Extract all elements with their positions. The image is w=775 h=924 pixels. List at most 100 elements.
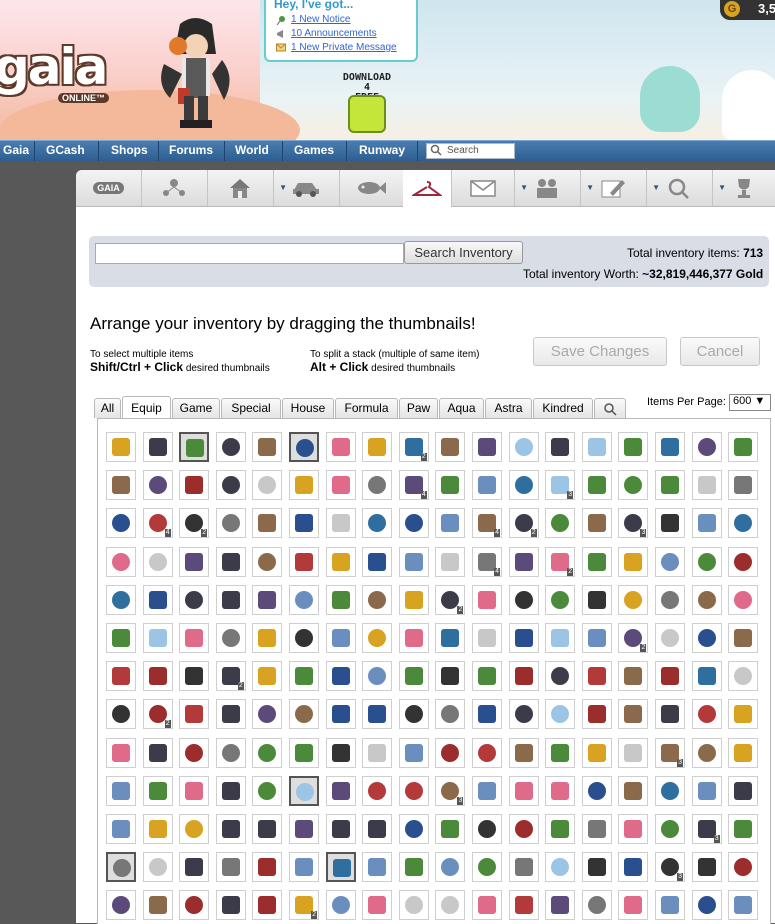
download-mascot-icon[interactable]: [348, 95, 386, 133]
item-thumbnail[interactable]: [289, 852, 319, 883]
item-thumbnail[interactable]: [179, 814, 210, 844]
item-thumbnail[interactable]: 4: [142, 508, 173, 539]
item-thumbnail[interactable]: [289, 699, 319, 730]
item-thumbnail[interactable]: 2: [508, 508, 539, 539]
inventory-search-input[interactable]: [95, 243, 404, 264]
item-thumbnail[interactable]: 2: [142, 699, 173, 730]
item-thumbnail[interactable]: [179, 432, 210, 462]
item-thumbnail[interactable]: 3: [545, 470, 576, 501]
item-thumbnail[interactable]: [325, 852, 356, 883]
item-thumbnail[interactable]: [508, 623, 539, 653]
item-thumbnail[interactable]: 4: [398, 470, 429, 501]
item-thumbnail[interactable]: [289, 584, 319, 615]
item-thumbnail[interactable]: [545, 814, 576, 844]
item-thumbnail[interactable]: [362, 737, 393, 768]
item-thumbnail[interactable]: [508, 699, 539, 730]
toolbar-network[interactable]: [141, 170, 208, 206]
item-thumbnail[interactable]: [691, 432, 722, 462]
item-thumbnail[interactable]: [325, 546, 356, 577]
tab-formula[interactable]: Formula: [335, 398, 398, 418]
item-thumbnail[interactable]: [289, 508, 319, 539]
item-thumbnail[interactable]: [472, 623, 502, 653]
item-thumbnail[interactable]: [106, 814, 136, 844]
gaia-logo[interactable]: gaia: [0, 38, 108, 96]
item-thumbnail[interactable]: [179, 470, 210, 501]
item-thumbnail[interactable]: [289, 623, 319, 653]
item-thumbnail[interactable]: [545, 890, 576, 921]
notification-link-notice[interactable]: 1 New Notice: [291, 14, 350, 25]
item-thumbnail[interactable]: [472, 814, 502, 844]
item-thumbnail[interactable]: [398, 775, 429, 806]
item-thumbnail[interactable]: [215, 699, 246, 730]
item-thumbnail[interactable]: [289, 775, 319, 806]
item-thumbnail[interactable]: [252, 508, 283, 539]
item-thumbnail[interactable]: [325, 470, 356, 501]
item-thumbnail[interactable]: 2: [215, 661, 246, 692]
item-thumbnail[interactable]: [581, 737, 612, 768]
item-thumbnail[interactable]: [435, 623, 466, 653]
nav-runway[interactable]: Runway: [359, 143, 405, 157]
item-thumbnail[interactable]: [472, 737, 502, 768]
tab-special[interactable]: Special: [221, 398, 281, 418]
item-thumbnail[interactable]: [106, 890, 136, 921]
item-thumbnail[interactable]: [545, 852, 576, 883]
item-thumbnail[interactable]: 3: [655, 737, 685, 768]
notification-link-messages[interactable]: 1 New Private Message: [291, 42, 397, 53]
notification-link-announcements[interactable]: 10 Announcements: [291, 28, 377, 39]
item-thumbnail[interactable]: 4: [472, 508, 502, 539]
item-thumbnail[interactable]: [728, 470, 759, 501]
item-thumbnail[interactable]: 2: [289, 890, 319, 921]
item-thumbnail[interactable]: [215, 508, 246, 539]
item-thumbnail[interactable]: [655, 775, 685, 806]
item-thumbnail[interactable]: [435, 432, 466, 462]
item-thumbnail[interactable]: [618, 890, 649, 921]
item-thumbnail[interactable]: [508, 737, 539, 768]
item-thumbnail[interactable]: [362, 890, 393, 921]
nav-gcash[interactable]: GCash: [46, 143, 85, 157]
item-thumbnail[interactable]: [691, 699, 722, 730]
item-thumbnail[interactable]: [728, 546, 759, 577]
item-thumbnail[interactable]: [325, 661, 356, 692]
item-thumbnail[interactable]: 2: [435, 584, 466, 615]
item-thumbnail[interactable]: [728, 661, 759, 692]
item-thumbnail[interactable]: [215, 623, 246, 653]
item-thumbnail[interactable]: [362, 661, 393, 692]
toolbar-aquarium[interactable]: [339, 170, 404, 206]
item-thumbnail[interactable]: [728, 775, 759, 806]
item-thumbnail[interactable]: [142, 737, 173, 768]
item-thumbnail[interactable]: [435, 814, 466, 844]
item-thumbnail[interactable]: 2: [618, 623, 649, 653]
item-thumbnail[interactable]: [398, 852, 429, 883]
item-thumbnail[interactable]: [325, 623, 356, 653]
item-thumbnail[interactable]: [545, 737, 576, 768]
nav-shops[interactable]: Shops: [111, 143, 148, 157]
item-thumbnail[interactable]: [179, 623, 210, 653]
item-thumbnail[interactable]: [581, 890, 612, 921]
item-thumbnail[interactable]: [252, 470, 283, 501]
item-thumbnail[interactable]: [362, 699, 393, 730]
item-thumbnail[interactable]: [215, 852, 246, 883]
item-thumbnail[interactable]: [691, 852, 722, 883]
item-thumbnail[interactable]: [289, 432, 319, 462]
item-thumbnail[interactable]: [106, 584, 136, 615]
item-thumbnail[interactable]: [362, 584, 393, 615]
item-thumbnail[interactable]: [142, 470, 173, 501]
toolbar-house[interactable]: ▼: [207, 170, 287, 206]
item-thumbnail[interactable]: [215, 775, 246, 806]
item-thumbnail[interactable]: [728, 890, 759, 921]
item-thumbnail[interactable]: [252, 623, 283, 653]
item-thumbnail[interactable]: [728, 508, 759, 539]
item-thumbnail[interactable]: [691, 584, 722, 615]
item-thumbnail[interactable]: [435, 546, 466, 577]
item-thumbnail[interactable]: [179, 699, 210, 730]
item-thumbnail[interactable]: [545, 432, 576, 462]
item-thumbnail[interactable]: [581, 623, 612, 653]
item-thumbnail[interactable]: [325, 432, 356, 462]
item-thumbnail[interactable]: [655, 623, 685, 653]
item-thumbnail[interactable]: [728, 623, 759, 653]
item-thumbnail[interactable]: [252, 814, 283, 844]
toolbar-car[interactable]: [273, 170, 340, 206]
notification-row-notice[interactable]: 1 New Notice: [276, 13, 416, 26]
toolbar-achievements[interactable]: [712, 170, 775, 206]
tab-house[interactable]: House: [282, 398, 334, 418]
